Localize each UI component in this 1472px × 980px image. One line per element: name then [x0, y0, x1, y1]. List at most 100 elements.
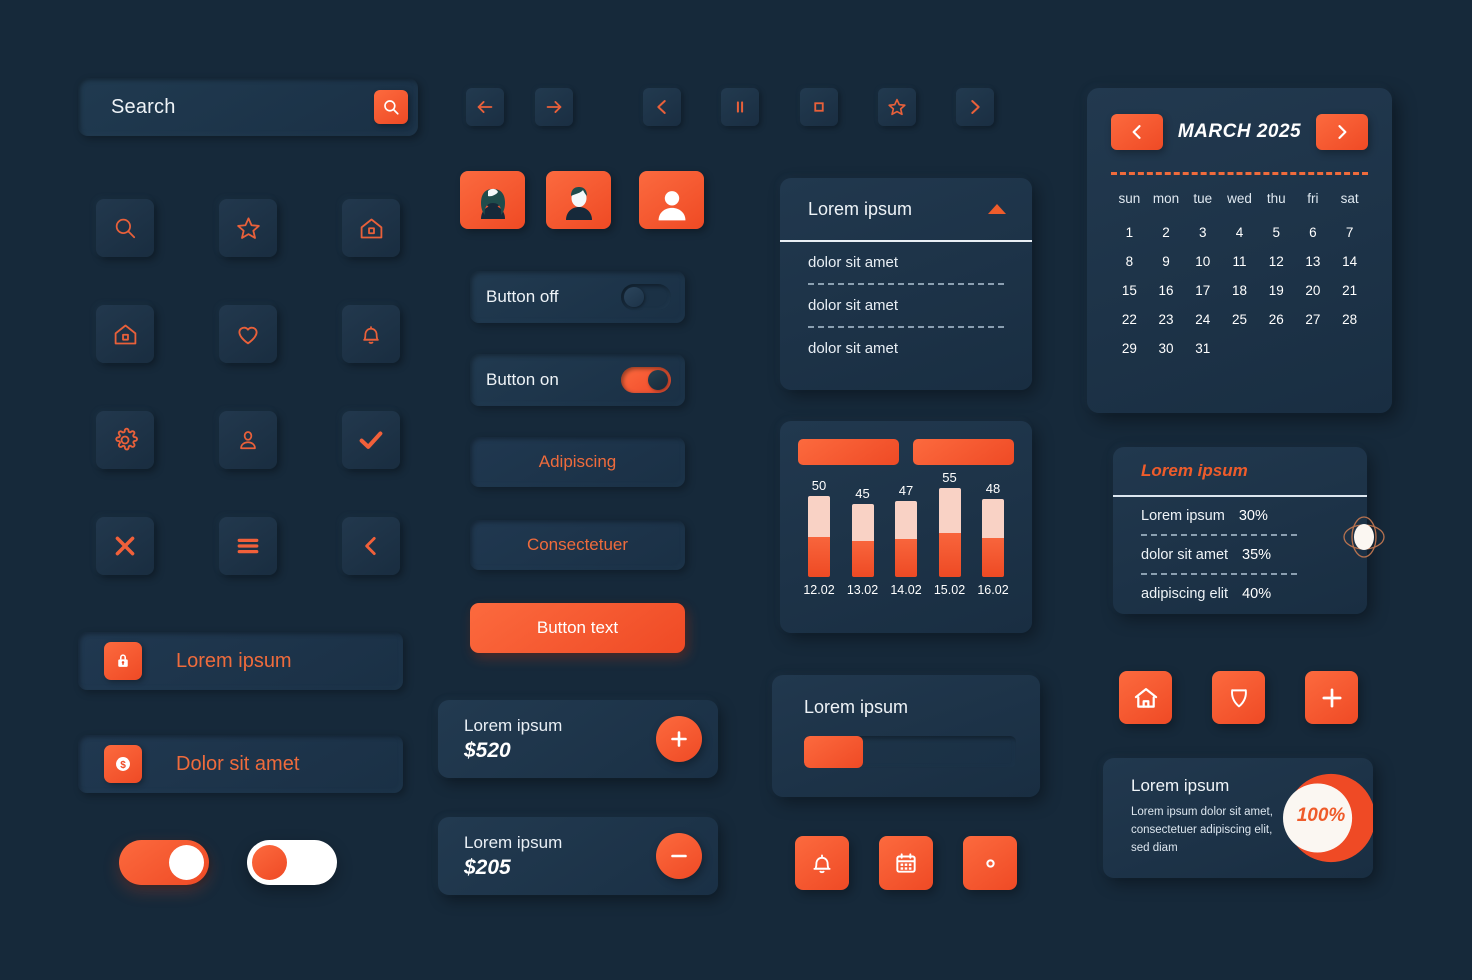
calendar-day[interactable]: 2 — [1148, 218, 1185, 247]
primary-button[interactable]: Button text — [470, 603, 685, 653]
calendar-day[interactable]: 10 — [1184, 247, 1221, 276]
calendar-day[interactable]: 25 — [1221, 305, 1258, 334]
icon-tile-home-roof[interactable] — [342, 199, 400, 257]
search-button[interactable] — [374, 90, 408, 124]
bar-segment-lower — [808, 537, 830, 577]
toggle-button-on[interactable]: Button on — [470, 354, 685, 406]
nav-button-chevron-left[interactable] — [643, 88, 681, 126]
calendar-day[interactable]: 9 — [1148, 247, 1185, 276]
icon-tile-user[interactable] — [219, 411, 277, 469]
nav-button-pause[interactable] — [721, 88, 759, 126]
nav-button-arrow-right[interactable] — [535, 88, 573, 126]
icon-tile-star[interactable] — [219, 199, 277, 257]
calendar-day[interactable]: 12 — [1258, 247, 1295, 276]
bell-button[interactable] — [795, 836, 849, 890]
calendar-day[interactable]: 17 — [1184, 276, 1221, 305]
calendar-day[interactable]: 16 — [1148, 276, 1185, 305]
lorem-ipsum-lock-button[interactable]: Lorem ipsum — [78, 632, 403, 690]
caret-up-icon[interactable] — [986, 202, 1008, 216]
shield-button[interactable] — [1212, 671, 1265, 724]
calendar-day[interactable]: 26 — [1258, 305, 1295, 334]
icon-tile-home[interactable] — [96, 305, 154, 363]
calendar-day[interactable]: 5 — [1258, 218, 1295, 247]
icon-tile-bell[interactable] — [342, 305, 400, 363]
calendar-day[interactable]: 29 — [1111, 334, 1148, 363]
calendar-day[interactable]: 18 — [1221, 276, 1258, 305]
bar-column[interactable]: 45 13.02 — [844, 486, 882, 597]
scroll-thumb[interactable] — [1343, 513, 1385, 561]
calendar-day[interactable]: 24 — [1184, 305, 1221, 334]
calendar-day[interactable]: 23 — [1148, 305, 1185, 334]
toggle-off-switch[interactable] — [621, 284, 671, 310]
svg-text:$: $ — [120, 760, 126, 771]
legend-bar-2[interactable] — [913, 439, 1014, 465]
toggle-on-switch[interactable] — [621, 367, 671, 393]
calendar-day[interactable]: 1 — [1111, 218, 1148, 247]
calendar-day[interactable]: 22 — [1111, 305, 1148, 334]
consectetuer-button[interactable]: Consectetuer — [470, 520, 685, 570]
home-button[interactable] — [1119, 671, 1172, 724]
calendar-day[interactable]: 27 — [1295, 305, 1332, 334]
calendar-button[interactable] — [879, 836, 933, 890]
calendar-day[interactable]: 15 — [1111, 276, 1148, 305]
icon-tile-check[interactable] — [342, 411, 400, 469]
nav-button-stop[interactable] — [800, 88, 838, 126]
calendar-day[interactable]: 21 — [1331, 276, 1368, 305]
price-card-remove[interactable]: Lorem ipsum $205 — [438, 817, 718, 895]
plus-button[interactable] — [656, 716, 702, 762]
calendar-day[interactable]: 19 — [1258, 276, 1295, 305]
toggle-button-off[interactable]: Button off — [470, 271, 685, 323]
calendar-day[interactable]: 28 — [1331, 305, 1368, 334]
nav-button-chevron-right[interactable] — [956, 88, 994, 126]
bar-column[interactable]: 50 12.02 — [800, 478, 838, 597]
bar-column[interactable]: 48 16.02 — [974, 481, 1012, 597]
adipiscing-button[interactable]: Adipiscing — [470, 437, 685, 487]
accordion-item[interactable]: dolor sit amet — [780, 328, 1032, 369]
accordion-item[interactable]: dolor sit amet — [780, 285, 1032, 326]
price-card-add[interactable]: Lorem ipsum $520 — [438, 700, 718, 778]
calendar-day[interactable]: 13 — [1295, 247, 1332, 276]
icon-tile-search[interactable] — [96, 199, 154, 257]
avatar-generic[interactable] — [639, 171, 704, 229]
icon-tile-menu[interactable] — [219, 517, 277, 575]
calendar-day[interactable]: 6 — [1295, 218, 1332, 247]
minus-button[interactable] — [656, 833, 702, 879]
calendar-day[interactable]: 7 — [1331, 218, 1368, 247]
pill-toggle-knob — [252, 845, 287, 880]
progress-track[interactable] — [804, 736, 1016, 768]
icon-tile-gear[interactable] — [96, 411, 154, 469]
calendar-weekday-row: sun mon tue wed thu fri sat — [1111, 183, 1368, 218]
nav-button-star[interactable] — [878, 88, 916, 126]
pill-toggle-on[interactable] — [119, 840, 209, 885]
avatar-female[interactable] — [460, 171, 525, 229]
pill-toggle-off[interactable] — [247, 840, 337, 885]
icon-tile-close[interactable] — [96, 517, 154, 575]
calendar-day[interactable]: 4 — [1221, 218, 1258, 247]
bar-column[interactable]: 55 15.02 — [931, 470, 969, 597]
calendar-next-button[interactable] — [1315, 114, 1368, 150]
calendar-day[interactable]: 31 — [1184, 334, 1221, 363]
nav-button-arrow-left[interactable] — [466, 88, 504, 126]
calendar-weekday: tue — [1193, 191, 1213, 206]
accordion-header[interactable]: Lorem ipsum — [780, 178, 1032, 242]
pill-toggle-knob — [169, 845, 204, 880]
icon-tile-chevron-left[interactable] — [342, 517, 400, 575]
calendar-day[interactable]: 3 — [1184, 218, 1221, 247]
bar-segment-lower — [851, 541, 874, 577]
dolor-sit-amet-dollar-button[interactable]: $ Dolor sit amet — [78, 735, 403, 793]
calendar-day[interactable]: 20 — [1295, 276, 1332, 305]
calendar-day[interactable]: 8 — [1111, 247, 1148, 276]
search-input[interactable]: Search — [78, 78, 418, 136]
add-button[interactable] — [1305, 671, 1358, 724]
calendar-day[interactable]: 30 — [1148, 334, 1185, 363]
accordion-item[interactable]: dolor sit amet — [780, 242, 1032, 283]
avatar-male[interactable] — [546, 171, 611, 229]
legend-bar-1[interactable] — [798, 439, 899, 465]
bar-column[interactable]: 47 14.02 — [887, 483, 925, 597]
calendar-prev-button[interactable] — [1111, 114, 1163, 150]
calendar-days-grid: 1 2 3 4 5 6 7 8 9 10 11 12 13 14 15 16 17 18 19 20 21 22 23 24 2… — [1111, 218, 1368, 363]
calendar-day[interactable]: 14 — [1331, 247, 1368, 276]
settings-button[interactable] — [963, 836, 1017, 890]
icon-tile-heart[interactable] — [219, 305, 277, 363]
calendar-day[interactable]: 11 — [1221, 247, 1258, 276]
